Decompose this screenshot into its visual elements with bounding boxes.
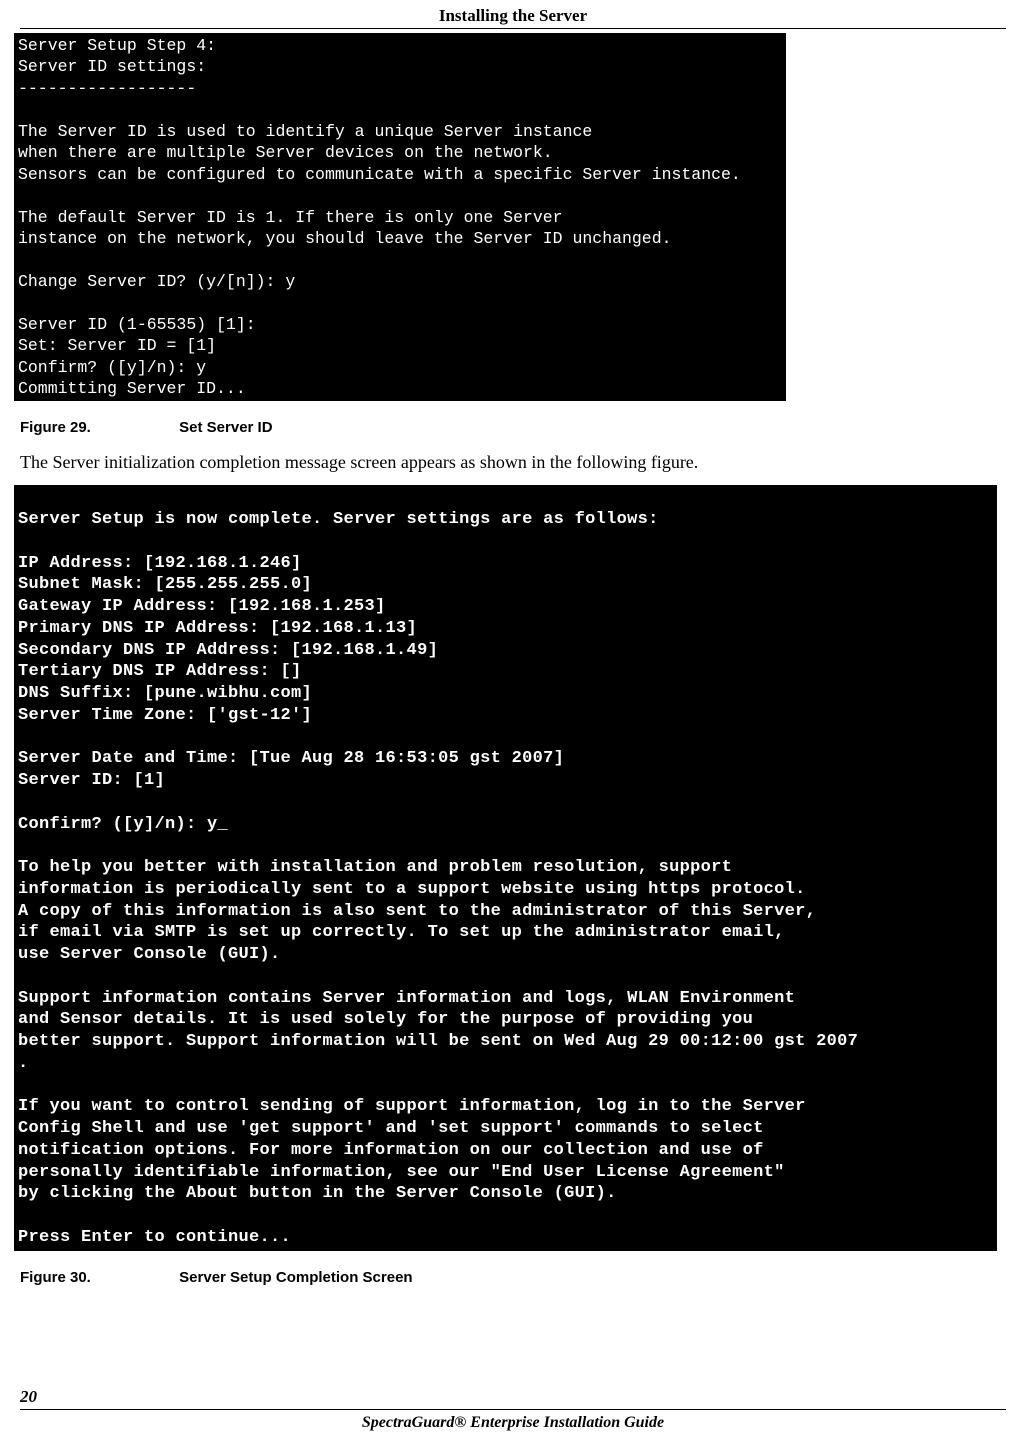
figure-30-caption: Figure 30. Server Setup Completion Scree… — [20, 1251, 1006, 1302]
footer-guide-title: SpectraGuard® Enterprise Installation Gu… — [20, 1414, 1006, 1432]
figure-30-number: Figure 30. — [20, 1269, 175, 1286]
page-footer: 20 SpectraGuard® Enterprise Installation… — [20, 1387, 1006, 1432]
figure-29-number: Figure 29. — [20, 419, 175, 436]
terminal-setup-complete: Server Setup is now complete. Server set… — [14, 485, 997, 1250]
page-header-title: Installing the Server — [20, 0, 1006, 29]
page-number: 20 — [20, 1387, 1006, 1409]
figure-30-title: Server Setup Completion Screen — [179, 1269, 412, 1286]
body-paragraph: The Server initialization completion mes… — [20, 452, 1006, 485]
figure-29-title: Set Server ID — [179, 419, 272, 436]
figure-29-caption: Figure 29. Set Server ID — [20, 401, 1006, 452]
terminal-server-id: Server Setup Step 4: Server ID settings:… — [14, 33, 786, 401]
